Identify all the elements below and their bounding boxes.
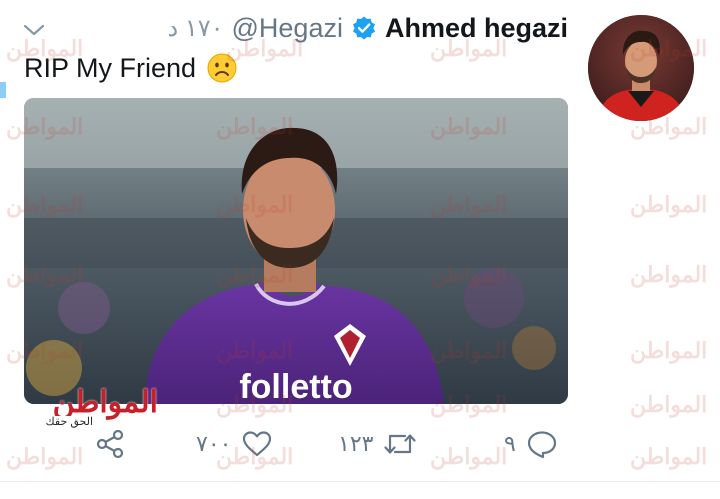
verified-badge-icon: [351, 15, 377, 41]
tweet-text: RIP My Friend: [24, 52, 238, 84]
display-name[interactable]: Ahmed hegazi: [385, 13, 568, 44]
reply-button[interactable]: ٩: [504, 424, 558, 464]
footer-divider: [0, 481, 720, 482]
watermark-text: المواطن: [6, 444, 84, 469]
accent-strip: [0, 82, 6, 98]
tweet-photo[interactable]: folletto: [24, 98, 568, 404]
heart-icon: [241, 428, 273, 460]
brand-logo-text: المواطن: [52, 386, 158, 419]
retweet-button[interactable]: ١٢٣: [338, 424, 417, 464]
svg-text:folletto: folletto: [239, 368, 352, 404]
watermark-text: المواطن: [630, 262, 708, 287]
tweet-actions: ٧٠٠ ١٢٣ ٩: [94, 424, 574, 464]
frowning-face-emoji: [206, 52, 238, 84]
watermark-text: المواطن: [630, 338, 708, 363]
retweet-count: ١٢٣: [338, 431, 374, 456]
like-button[interactable]: ٧٠٠: [196, 424, 273, 464]
watermark-text: المواطن: [630, 444, 708, 469]
avatar[interactable]: [588, 15, 694, 121]
user-handle[interactable]: @Hegazi: [232, 13, 343, 44]
tweet-header: ١٧٠ د @Hegazi Ahmed hegazi: [167, 10, 568, 46]
watermark-text: المواطن: [630, 192, 708, 217]
watermark-text: المواطن: [630, 392, 708, 417]
reply-count: ٩: [504, 431, 516, 456]
like-count: ٧٠٠: [196, 431, 232, 456]
chevron-down-icon[interactable]: [22, 22, 46, 38]
retweet-icon: [383, 428, 417, 460]
tweet-body: RIP My Friend: [24, 52, 197, 83]
brand-tagline: الحق حقك: [42, 416, 96, 429]
reply-icon: [526, 428, 558, 460]
share-icon: [94, 428, 126, 460]
share-button[interactable]: [94, 424, 126, 464]
tweet-timestamp[interactable]: ١٧٠ د: [167, 14, 223, 43]
